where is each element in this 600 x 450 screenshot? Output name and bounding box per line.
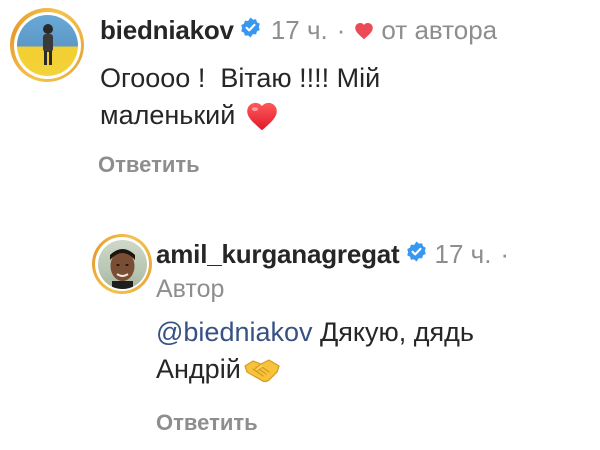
separator-dot: · xyxy=(500,238,510,269)
person-face-icon xyxy=(109,248,135,289)
red-heart-icon xyxy=(247,102,278,131)
reply-line-2: Андрій xyxy=(156,351,586,388)
person-silhouette-icon xyxy=(42,23,53,65)
reply-header: amil_kurganagregat 17 ч. · xyxy=(156,238,509,270)
avatar-biedniakov[interactable] xyxy=(10,8,84,82)
username[interactable]: biedniakov xyxy=(100,15,234,46)
comment-body: Огоооо ! Вітаю !!!! Мій маленький xyxy=(100,60,580,134)
verified-badge-icon xyxy=(240,17,261,43)
avatar-amil-kurganagregat[interactable] xyxy=(92,234,152,294)
reply-line-1: @biedniakov Дякую, дядь xyxy=(156,314,586,351)
comment-line-1: Огоооо ! Вітаю !!!! Мій xyxy=(100,63,381,93)
avatar-photo xyxy=(16,14,78,76)
reply-line-1-text: Дякую, дядь xyxy=(312,317,474,347)
comment-line-2: маленький xyxy=(100,97,580,134)
liked-by-author-label: от автора xyxy=(381,14,498,45)
mention-link[interactable]: @biedniakov xyxy=(156,317,313,347)
timestamp: 17 ч. xyxy=(434,238,492,269)
reply-button[interactable]: Ответить xyxy=(156,410,258,436)
heart-emoji xyxy=(245,100,279,131)
handshake-emoji xyxy=(243,356,281,384)
separator-dot: · xyxy=(336,14,346,45)
avatar-photo xyxy=(97,239,147,289)
reply-line-2-text: Андрій xyxy=(156,354,241,384)
author-badge: Автор xyxy=(156,275,225,303)
timestamp: 17 ч. xyxy=(270,14,328,45)
handshake-icon xyxy=(244,358,280,382)
reply-button[interactable]: Ответить xyxy=(98,152,200,178)
verified-badge-icon xyxy=(406,241,427,267)
reply-body: @biedniakov Дякую, дядь Андрій xyxy=(156,314,586,388)
comment-header: biedniakov 17 ч. · от автора xyxy=(100,14,497,46)
username[interactable]: amil_kurganagregat xyxy=(156,239,400,270)
avatar-ring-gap xyxy=(13,11,81,79)
avatar-ring-gap xyxy=(95,237,149,291)
comment-line-2-text: маленький xyxy=(100,100,236,130)
heart-icon xyxy=(354,21,374,40)
